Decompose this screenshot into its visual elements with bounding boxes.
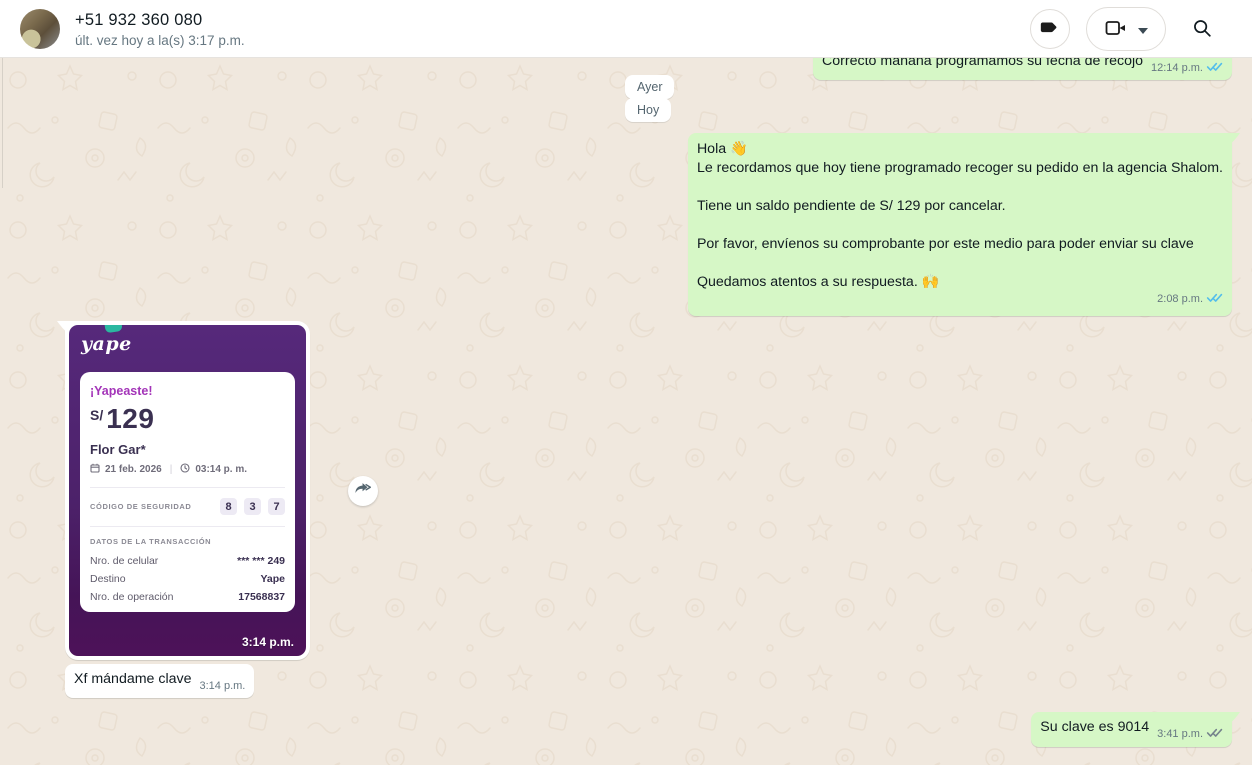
panel-edge-line (2, 58, 3, 188)
whatsapp-chat-window: +51 932 360 080 últ. vez hoy a la(s) 3:1… (0, 0, 1252, 771)
message-text: Xf mándame clave (74, 671, 192, 687)
security-code-label: CÓDIGO DE SEGURIDAD (90, 502, 191, 511)
avatar[interactable] (20, 9, 60, 49)
label-icon (1039, 17, 1061, 42)
message-line: Por favor, envíenos su comprobante por e… (697, 235, 1223, 254)
amount-value: 129 (106, 405, 154, 433)
receipt-title: ¡Yapeaste! (90, 384, 285, 398)
double-check-delivered-icon (1206, 729, 1223, 741)
yape-logo: yape (81, 333, 132, 355)
message-meta: 3:14 p.m. (200, 677, 246, 696)
receipt-amount: S/ 129 (90, 405, 285, 433)
security-digit: 8 (220, 498, 237, 515)
peer-phone-number: +51 932 360 080 (75, 11, 245, 30)
security-code-digits: 8 3 7 (220, 498, 285, 515)
forward-icon (354, 482, 372, 501)
transaction-data-label: DATOS DE LA TRANSACCIÓN (90, 537, 285, 546)
divider (90, 526, 285, 527)
message-incoming-request[interactable]: Xf mándame clave 3:14 p.m. (65, 664, 254, 698)
transaction-row: Nro. de celular *** *** 249 (90, 555, 285, 567)
double-check-read-icon (1206, 294, 1223, 306)
message-line: Tiene un saldo pendiente de S/ 129 por c… (697, 197, 1223, 216)
label-button[interactable] (1030, 9, 1070, 49)
search-button[interactable] (1182, 9, 1222, 49)
video-call-icon (1104, 17, 1128, 42)
header-actions (1030, 7, 1222, 51)
double-check-read-icon (1206, 63, 1223, 75)
security-code-row: CÓDIGO DE SEGURIDAD 8 3 7 (90, 498, 285, 515)
image-message-time: 3:14 p.m. (242, 635, 294, 649)
payee-name: Flor Gar* (90, 442, 285, 457)
security-digit: 3 (244, 498, 261, 515)
last-seen-status: últ. vez hoy a la(s) 3:17 p.m. (75, 33, 245, 48)
search-icon (1191, 17, 1213, 42)
message-meta: 2:08 p.m. (1157, 290, 1223, 310)
clock-icon (180, 463, 190, 476)
transaction-row: Nro. de operación 17568837 (90, 591, 285, 603)
receipt-card: ¡Yapeaste! S/ 129 Flor Gar* 21 feb. 2026… (80, 372, 295, 612)
date-chip-hoy: Hoy (625, 98, 671, 122)
message-line: Le recordamos que hoy tiene programado r… (697, 159, 1223, 178)
yape-logo-accent (104, 325, 122, 333)
calendar-icon (90, 463, 100, 476)
message-outgoing-key[interactable]: Su clave es 9014 3:41 p.m. (1031, 712, 1232, 747)
message-meta: 3:41 p.m. (1157, 725, 1223, 745)
receipt-datetime: 21 feb. 2026 | 03:14 p. m. (90, 463, 285, 476)
bubble-tail (1228, 712, 1240, 725)
security-digit: 7 (268, 498, 285, 515)
message-outgoing-reminder[interactable]: Hola 👋 Le recordamos que hoy tiene progr… (688, 133, 1232, 316)
message-text: Correcto mañana programamos su fecha de … (822, 58, 1143, 69)
forward-button[interactable] (348, 476, 378, 506)
message-line: Hola 👋 (697, 140, 1223, 159)
message-text: Su clave es 9014 (1040, 719, 1149, 735)
video-call-button[interactable] (1086, 7, 1166, 51)
receipt-date: 21 feb. 2026 (105, 464, 162, 475)
yape-receipt-image[interactable]: yape ¡Yapeaste! S/ 129 Flor Gar* 21 feb.… (69, 325, 306, 656)
divider (90, 487, 285, 488)
bubble-tail (57, 321, 69, 334)
chevron-down-icon (1138, 22, 1148, 37)
conversation-panel[interactable]: Correcto mañana programamos su fecha de … (0, 58, 1252, 771)
chat-header: +51 932 360 080 últ. vez hoy a la(s) 3:1… (0, 0, 1252, 58)
message-incoming-image[interactable]: yape ¡Yapeaste! S/ 129 Flor Gar* 21 feb.… (65, 321, 310, 660)
currency-symbol: S/ (90, 407, 103, 423)
message-meta: 12:14 p.m. (1151, 59, 1223, 79)
transaction-row: Destino Yape (90, 573, 285, 585)
receipt-time: 03:14 p. m. (195, 464, 247, 475)
transaction-rows: Nro. de celular *** *** 249 Destino Yape… (90, 555, 285, 603)
peer-info[interactable]: +51 932 360 080 últ. vez hoy a la(s) 3:1… (75, 11, 245, 48)
separator: | (170, 464, 173, 475)
date-chip-ayer: Ayer (625, 75, 674, 99)
bubble-tail (1228, 133, 1240, 146)
message-line: Quedamos atentos a su respuesta. 🙌 (697, 273, 1223, 292)
composer-edge (0, 765, 1252, 771)
message-outgoing-cut[interactable]: Correcto mañana programamos su fecha de … (813, 58, 1232, 80)
